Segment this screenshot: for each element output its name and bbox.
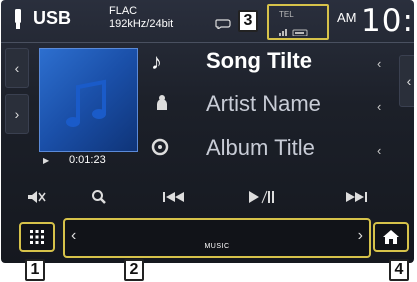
- home-button[interactable]: [373, 222, 409, 252]
- menu-grid-button[interactable]: [19, 222, 55, 252]
- search-icon: [92, 190, 106, 204]
- head-unit-screen: USB FLAC 192kHz/24bit TEL AM 10:00 ‹ › ‹…: [1, 0, 414, 263]
- album-art: [39, 48, 138, 152]
- grid-icon: [30, 230, 44, 244]
- next-track-button[interactable]: [339, 184, 375, 210]
- elapsed-time: 0:01:23: [69, 154, 106, 166]
- skip-forward-icon: [346, 192, 367, 202]
- person-icon: [156, 94, 168, 115]
- album-scroll-arrow[interactable]: ‹: [377, 143, 381, 158]
- clock: 10:00: [361, 3, 414, 39]
- signal-icon: [279, 23, 309, 41]
- audio-format: FLAC 192kHz/24bit: [109, 5, 173, 31]
- format-rate: 192kHz/24bit: [109, 18, 174, 30]
- home-icon: [383, 230, 399, 244]
- chevron-right-icon: ›: [14, 106, 20, 122]
- artist-scroll-arrow[interactable]: ‹: [377, 99, 381, 114]
- chevron-left-icon: ‹: [14, 60, 20, 76]
- disc-icon: [151, 138, 169, 161]
- callout-4: 4: [389, 259, 409, 281]
- title-scroll-arrow[interactable]: ‹: [377, 56, 381, 71]
- play-pause-button[interactable]: [243, 184, 279, 210]
- usb-icon: [13, 9, 23, 29]
- music-label: MUSIC: [204, 243, 230, 250]
- callout-2: 2: [124, 259, 144, 281]
- note-icon: ♪: [151, 49, 162, 74]
- source-label: USB: [33, 8, 72, 28]
- prev-panel-tab[interactable]: ‹: [5, 48, 29, 88]
- music-note-icon: [66, 79, 106, 127]
- mute-button[interactable]: [19, 184, 55, 210]
- tel-label: TEL: [279, 10, 294, 19]
- am-pm-label: AM: [337, 10, 357, 25]
- speech-bubble-icon: [215, 16, 231, 34]
- next-panel-tab[interactable]: ›: [5, 94, 29, 134]
- format-codec: FLAC: [109, 5, 138, 17]
- search-button[interactable]: [81, 184, 117, 210]
- callout-3: 3: [238, 10, 258, 32]
- speaker-mute-icon: [28, 191, 46, 203]
- right-panel-tab[interactable]: ‹: [399, 55, 414, 107]
- status-bar-divider: [1, 42, 414, 43]
- play-state-icon: ▶: [43, 156, 50, 165]
- previous-track-button[interactable]: [156, 184, 192, 210]
- skip-back-icon: [163, 192, 184, 202]
- source-selector-bar[interactable]: ‹ › MUSIC: [63, 218, 371, 258]
- play-pause-icon: [249, 190, 274, 204]
- chevron-left-icon: ‹: [406, 73, 412, 89]
- album-title: Album Title: [206, 135, 315, 160]
- song-title: Song Tilte: [206, 48, 312, 73]
- artist-name: Artist Name: [206, 91, 321, 116]
- callout-1: 1: [25, 259, 45, 281]
- tel-status-box: TEL: [267, 4, 329, 40]
